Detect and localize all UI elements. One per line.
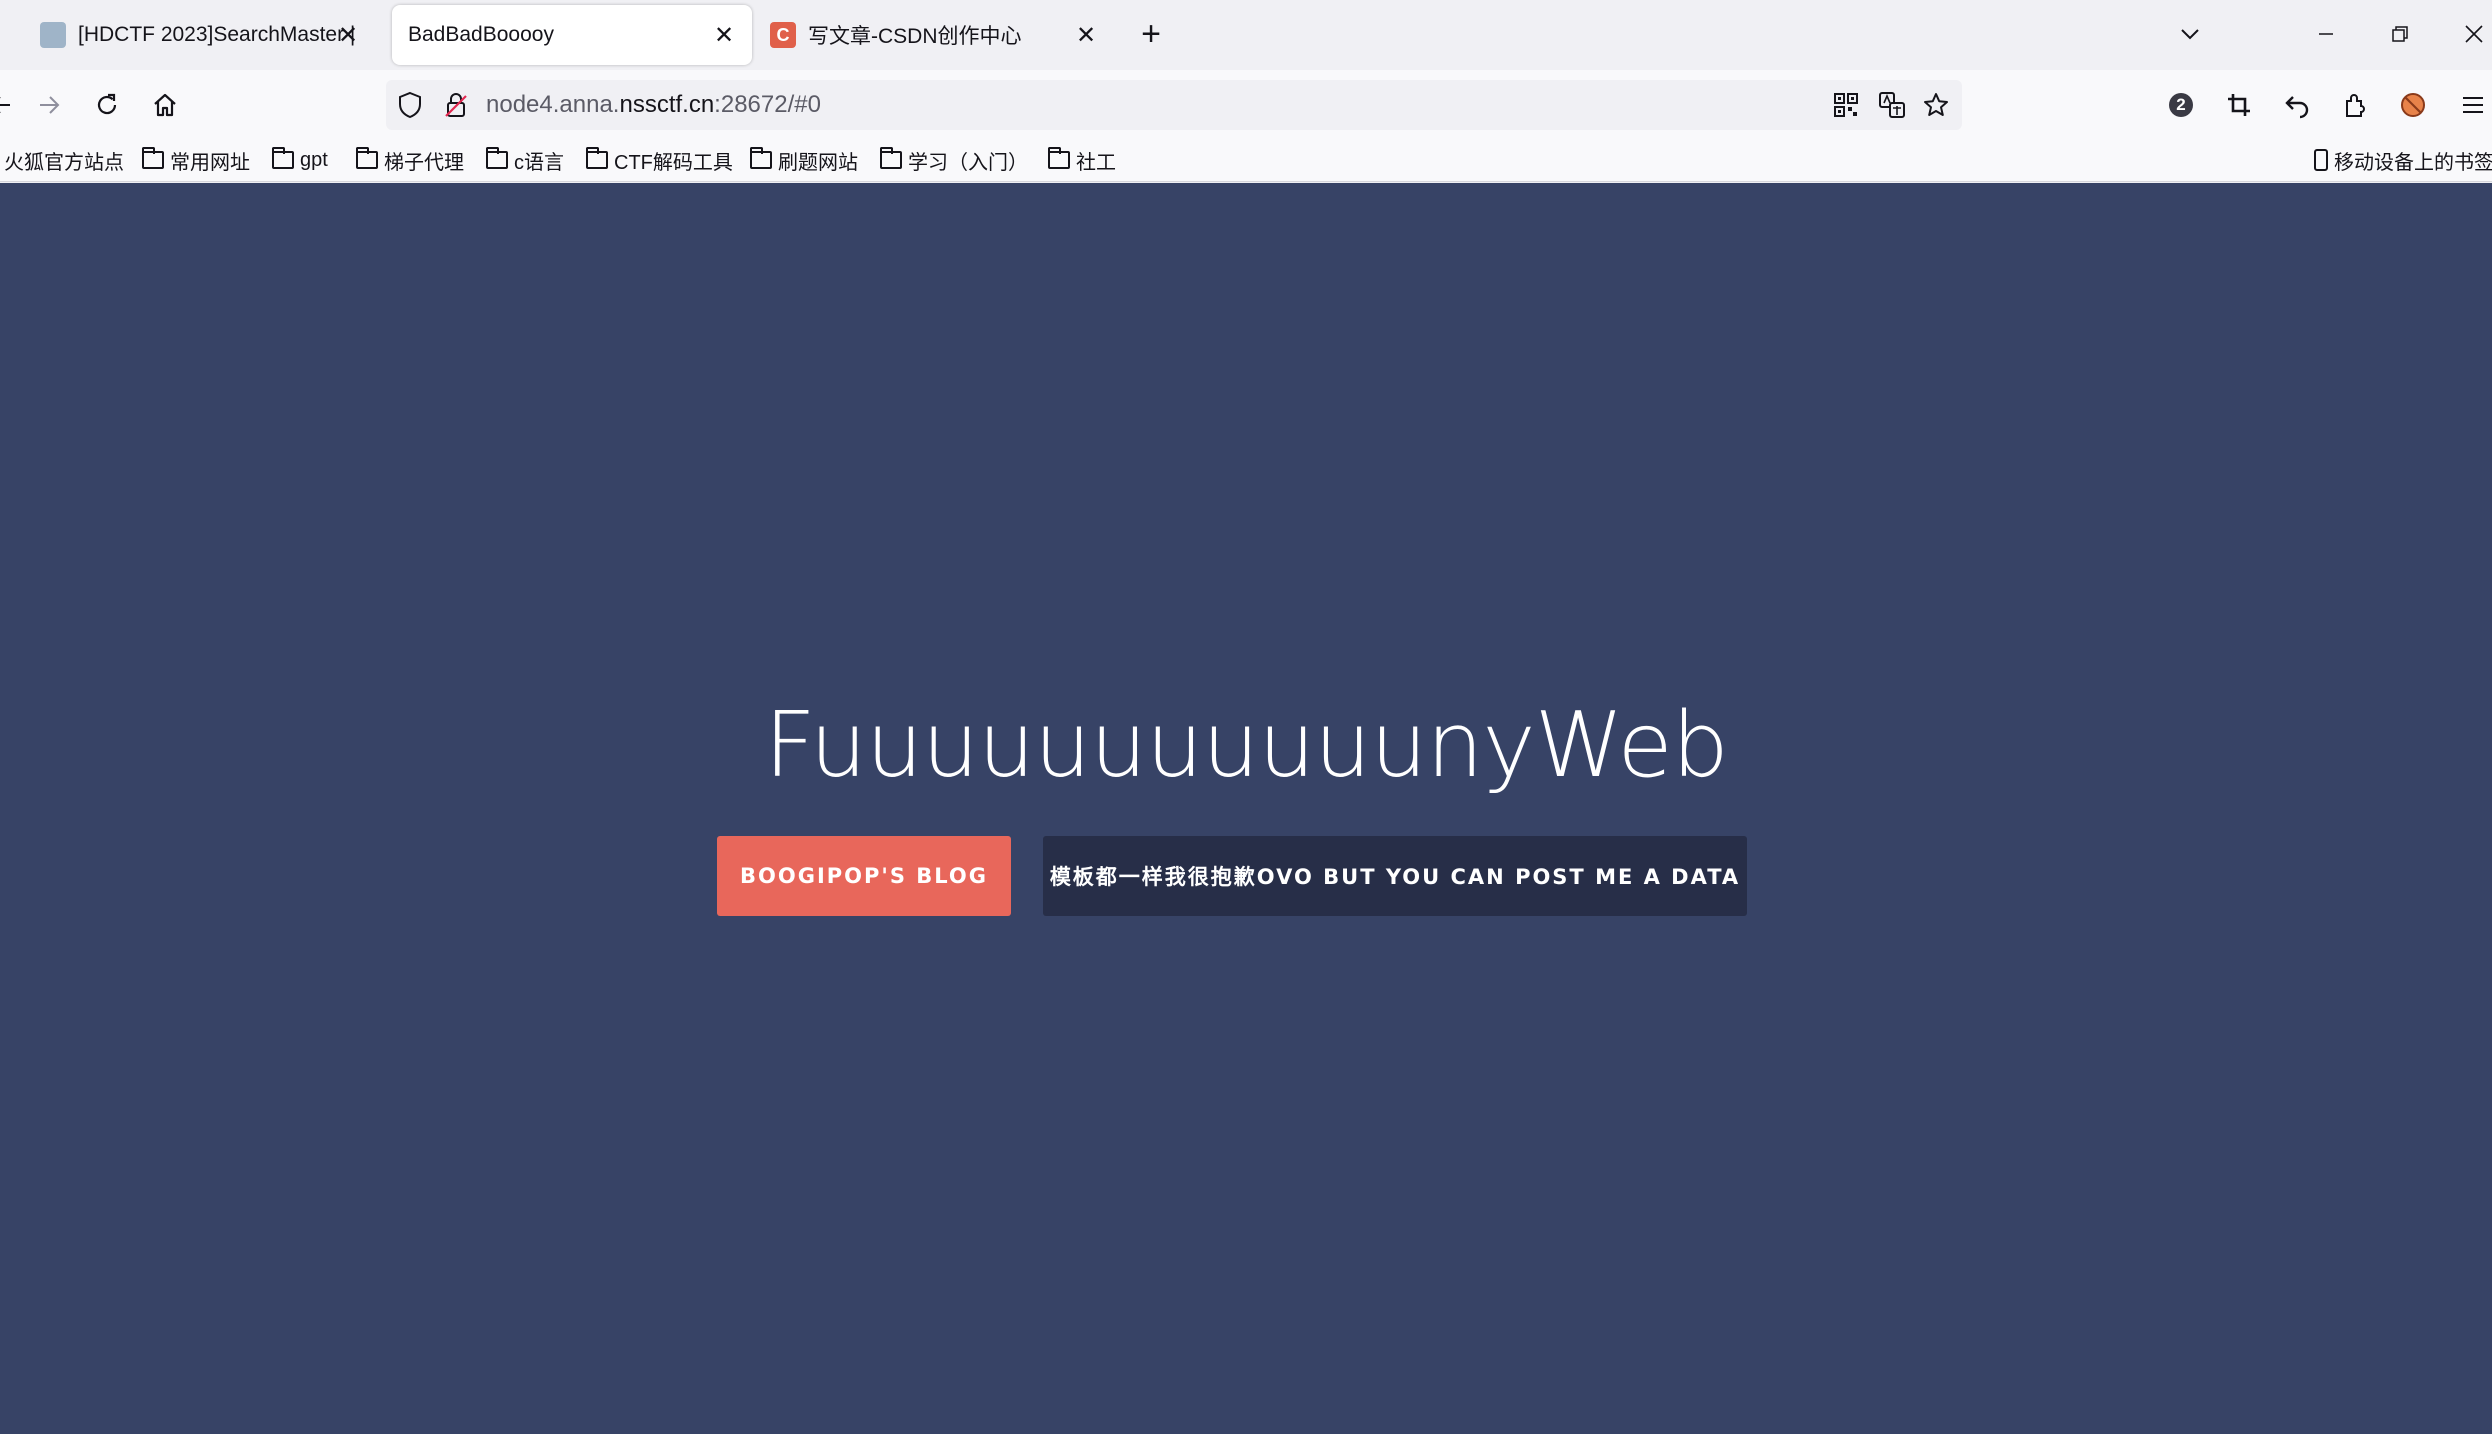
bookmark-folder-c-language[interactable]: c语言	[486, 146, 564, 174]
restore-icon[interactable]	[2380, 14, 2420, 54]
bookmark-folder-common-sites[interactable]: 常用网址	[142, 146, 250, 174]
folder-icon	[356, 147, 378, 169]
page-content: FuuuuuuuuuuunyWeb BOOGIPOP'S BLOG 模板都一样我…	[0, 183, 2492, 1434]
bookmark-folder-gpt[interactable]: gpt	[272, 146, 328, 174]
bookmark-label: gpt	[300, 148, 328, 171]
doc-icon	[40, 22, 66, 48]
list-tabs-chevron-icon[interactable]	[2170, 14, 2210, 54]
bookmark-folder-proxy[interactable]: 梯子代理	[356, 146, 464, 174]
blog-button[interactable]: BOOGIPOP'S BLOG	[717, 836, 1011, 916]
tab-strip: [HDCTF 2023]SearchMaster | ✕ BadBadBoooo…	[0, 0, 2492, 70]
csdn-icon: C	[770, 22, 796, 48]
bookmark-label: 常用网址	[170, 151, 250, 174]
minimize-icon[interactable]	[2306, 14, 2346, 54]
bookmark-label: 社工	[1076, 151, 1116, 174]
bookmarks-toolbar: 火狐官方站点 常用网址 gpt 梯子代理 c语言 CTF解码工具 刷题网站 学习…	[0, 138, 2492, 182]
mobile-device-icon	[2314, 149, 2328, 171]
bookmark-label: 梯子代理	[384, 151, 464, 174]
reload-icon[interactable]	[86, 84, 128, 126]
url-text[interactable]: node4.anna.nssctf.cn:28672/#0	[486, 91, 821, 119]
url-host: nssctf.cn	[619, 91, 715, 118]
bookmark-firefox-official[interactable]: 火狐官方站点	[4, 146, 124, 174]
qr-code-icon[interactable]	[1830, 89, 1862, 121]
new-tab-icon[interactable]: +	[1132, 16, 1170, 54]
folder-icon	[1048, 147, 1070, 169]
bookmark-label: 学习（入门）	[908, 151, 1028, 174]
bookmark-folder-learning[interactable]: 学习（入门）	[880, 146, 1028, 174]
bookmark-folder-ctf-tools[interactable]: CTF解码工具	[586, 146, 733, 174]
back-arrow-icon[interactable]	[0, 84, 22, 126]
extension-badge-count: 2	[2176, 95, 2186, 114]
shield-icon[interactable]	[394, 89, 426, 121]
bookmark-folder-social-engineering[interactable]: 社工	[1048, 146, 1116, 174]
page-title: FuuuuuuuuuuunyWeb	[764, 693, 1729, 798]
bookmark-label: 火狐官方站点	[4, 151, 124, 174]
tab-badbadbooooy[interactable]: BadBadBooooy ✕	[392, 5, 752, 65]
bookmark-label: 移动设备上的书签	[2334, 151, 2492, 174]
folder-icon	[142, 147, 164, 169]
crop-screenshot-icon[interactable]	[2218, 84, 2260, 126]
bookmark-label: c语言	[514, 151, 564, 174]
navigation-toolbar: node4.anna.nssctf.cn:28672/#0 2	[0, 70, 2492, 138]
insecure-lock-icon[interactable]	[440, 89, 472, 121]
close-icon[interactable]: ✕	[1072, 21, 1100, 49]
tab-title: BadBadBooooy	[408, 23, 554, 46]
close-icon[interactable]: ✕	[710, 21, 738, 49]
forward-arrow-icon[interactable]	[28, 84, 70, 126]
menu-hamburger-icon[interactable]	[2452, 84, 2492, 126]
folder-icon	[486, 147, 508, 169]
bookmark-star-icon[interactable]	[1920, 89, 1952, 121]
bookmark-label: CTF解码工具	[614, 151, 733, 174]
url-prefix: node4.anna.	[486, 91, 620, 118]
blocked-extension-icon[interactable]	[2392, 84, 2434, 126]
post-data-button[interactable]: 模板都一样我很抱歉OVO BUT YOU CAN POST ME A DATA	[1043, 836, 1747, 916]
url-suffix: :28672/#0	[714, 91, 821, 118]
extension-badge-icon[interactable]: 2	[2160, 84, 2202, 126]
folder-icon	[272, 147, 294, 169]
bookmark-folder-practice-sites[interactable]: 刷题网站	[750, 146, 858, 174]
window-close-icon[interactable]	[2454, 14, 2492, 54]
tab-title: [HDCTF 2023]SearchMaster |	[78, 23, 356, 46]
folder-icon	[880, 147, 902, 169]
mobile-bookmarks[interactable]: 移动设备上的书签	[2314, 146, 2492, 174]
undo-icon[interactable]	[2276, 84, 2318, 126]
tab-csdn[interactable]: C 写文章-CSDN创作中心 ✕	[754, 5, 1114, 65]
close-icon[interactable]: ✕	[334, 21, 362, 49]
translate-icon[interactable]	[1876, 89, 1908, 121]
home-icon[interactable]	[144, 84, 186, 126]
tab-title: 写文章-CSDN创作中心	[808, 25, 1022, 48]
folder-icon	[586, 147, 608, 169]
address-bar[interactable]: node4.anna.nssctf.cn:28672/#0	[386, 80, 1962, 130]
extensions-puzzle-icon[interactable]	[2334, 84, 2376, 126]
folder-icon	[750, 147, 772, 169]
tab-searchmaster[interactable]: [HDCTF 2023]SearchMaster | ✕	[24, 5, 376, 65]
bookmark-label: 刷题网站	[778, 151, 858, 174]
